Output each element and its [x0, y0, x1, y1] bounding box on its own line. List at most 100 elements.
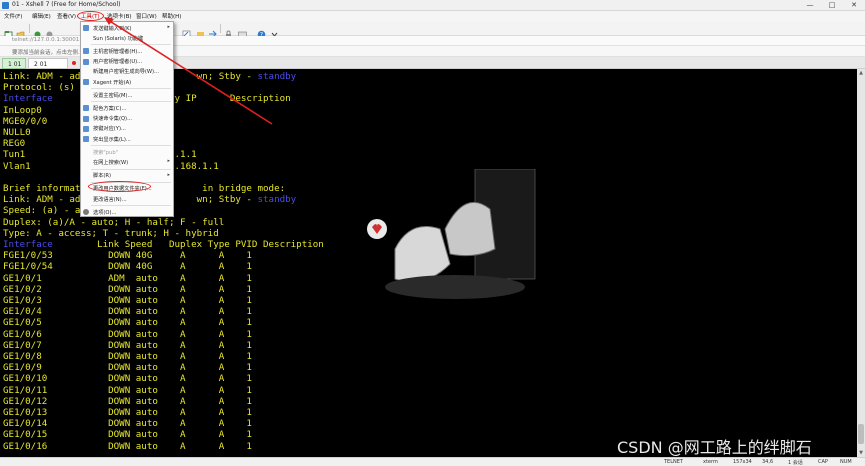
- maximize-button[interactable]: □: [821, 0, 843, 11]
- dropdown-menu-item[interactable]: 设置主密码(M)...: [81, 90, 173, 100]
- dropdown-menu-item[interactable]: Xagent 开始(A): [81, 77, 173, 87]
- key-icon: [83, 48, 89, 55]
- dropdown-menu-item[interactable]: 主机密钥管理者(H)...: [81, 46, 173, 56]
- minimize-button[interactable]: —: [799, 0, 821, 11]
- background-art-image: [367, 169, 536, 299]
- title-bar: 01 - Xshell 7 (Free for Home/School) — □…: [0, 0, 865, 11]
- terminal-line: GE1/0/4 DOWN auto A A 1: [3, 306, 252, 317]
- menu-tab[interactable]: 选项卡(B): [107, 12, 132, 20]
- dropdown-menu-label: 选项(O)...: [93, 209, 117, 216]
- transfer-icon[interactable]: [208, 24, 217, 38]
- terminal-line: GE1/0/2 DOWN auto A A 1: [3, 284, 252, 295]
- menu-file[interactable]: 文件(F): [4, 12, 22, 20]
- terminal-line: GE1/0/12 DOWN auto A A 1: [3, 396, 252, 407]
- dropdown-menu-label: 用户密钥管理者(U)...: [93, 59, 143, 66]
- terminal-line: Speed: (a) - a: [3, 205, 80, 216]
- vertical-scrollbar[interactable]: ▲ ▼: [857, 69, 865, 457]
- terminal-text: GE1/0/4 DOWN auto A A 1: [3, 306, 252, 318]
- dropdown-menu-item[interactable]: 用户密钥管理者(U)...: [81, 57, 173, 67]
- sftp-icon[interactable]: [196, 24, 205, 37]
- terminal-text: FGE1/0/53 DOWN 40G A A 1: [3, 250, 252, 262]
- menu-window[interactable]: 窗口(W): [136, 12, 157, 20]
- terminal-text: GE1/0/2 DOWN auto A A 1: [3, 283, 252, 295]
- terminal-text: wn; Stby -: [196, 194, 258, 206]
- terminal-text: Duplex: (a)/A - auto; H - half; F - full: [3, 216, 225, 228]
- dropdown-menu-label: 配色方案(C)...: [93, 105, 127, 112]
- dropdown-menu-item[interactable]: 脚本(R) ▸: [81, 171, 173, 181]
- dropdown-menu-item[interactable]: 按键对应(Y)...: [81, 124, 173, 134]
- palette-icon: [83, 105, 89, 112]
- status-caps: CAP: [818, 459, 828, 465]
- terminal-line: GE1/0/5 DOWN auto A A 1: [3, 317, 252, 328]
- terminal-line: GE1/0/14 DOWN auto A A 1: [3, 418, 252, 429]
- tab-session-2[interactable]: 2 01: [28, 58, 68, 69]
- terminal-text: standby: [257, 71, 297, 82]
- window-title: 01 - Xshell 7 (Free for Home/School): [12, 1, 121, 8]
- terminal-line: GE1/0/7 DOWN auto A A 1: [3, 340, 252, 351]
- dropdown-menu-item: 搜索"pub": [81, 147, 173, 157]
- terminal-line: Type: A - access; T - trunk; H - hybrid: [3, 228, 219, 239]
- open-folder-icon[interactable]: [16, 24, 25, 39]
- menu-view[interactable]: 查看(V): [57, 12, 76, 20]
- tab-session-1[interactable]: 1 01: [2, 58, 26, 69]
- lock-icon[interactable]: [224, 24, 233, 38]
- highlight-icon: [83, 136, 89, 142]
- toolbar-divider: [220, 24, 221, 33]
- dropdown-menu-item[interactable]: 快速命令集(Q)...: [81, 114, 173, 124]
- terminal-text: in bridge mode:: [196, 183, 286, 194]
- terminal-text: Link: ADM - ad: [3, 194, 81, 206]
- terminal-text: standby: [257, 194, 297, 206]
- gear-icon: [83, 209, 89, 216]
- status-terminal-type: xterm: [703, 459, 718, 465]
- app-icon: [2, 2, 9, 9]
- dropdown-menu-label: 新建用户密钥生成向导(W)...: [93, 69, 159, 76]
- terminal-line: GE1/0/15 DOWN auto A A 1: [3, 429, 252, 440]
- status-protocol: TELNET: [664, 459, 683, 465]
- menu-separator: [91, 168, 171, 170]
- terminal-text: Type: A - access; T - trunk; H - hybrid: [3, 227, 219, 239]
- terminal-text: NULL0: [3, 127, 31, 138]
- terminal-text: MGE0/0/0: [3, 115, 48, 127]
- close-button[interactable]: ✕: [843, 0, 865, 11]
- scroll-up-icon[interactable]: ▲: [858, 70, 864, 76]
- dropdown-menu-label: 设置主密码(M)...: [93, 92, 133, 99]
- terminal-text: Vlan1: [3, 160, 31, 172]
- connect-icon[interactable]: [33, 24, 42, 38]
- toolbar-divider: [29, 24, 30, 33]
- terminal-line: FGE1/0/53 DOWN 40G A A 1: [3, 250, 252, 261]
- dropdown-menu-item[interactable]: 新建用户密钥生成向导(W)...: [81, 67, 173, 77]
- scroll-thumb[interactable]: [858, 424, 864, 444]
- dropdown-menu-item[interactable]: 配色方案(C)...: [81, 103, 173, 113]
- menu-separator: [91, 205, 171, 207]
- chevron-down-icon[interactable]: [270, 24, 279, 37]
- chevron-right-icon: ▸: [167, 158, 170, 165]
- disconnect-icon[interactable]: [45, 24, 54, 38]
- new-session-icon[interactable]: [4, 24, 13, 39]
- menu-help[interactable]: 帮助(H): [162, 12, 181, 20]
- agent-icon: [83, 79, 89, 85]
- scroll-down-icon[interactable]: ▼: [858, 450, 864, 456]
- terminal-line: Duplex: (a)/A - auto; H - half; F - full: [3, 217, 224, 228]
- menu-separator: [91, 145, 171, 147]
- terminal-line: GE1/0/11 DOWN auto A A 1: [3, 385, 252, 396]
- dropdown-menu-label: 按键对应(Y)...: [93, 126, 126, 133]
- compose-icon[interactable]: [182, 24, 191, 39]
- dropdown-menu-item[interactable]: 选项(O)...: [81, 207, 173, 217]
- terminal-text: GE1/0/10 DOWN auto A A 1: [3, 373, 252, 385]
- dropdown-menu-item[interactable]: Sun (Solaris) 功能键: [81, 33, 173, 43]
- keyboard-icon[interactable]: [238, 24, 247, 38]
- menu-edit[interactable]: 编辑(E): [32, 12, 51, 20]
- dropdown-menu-item[interactable]: 在网上搜索(W) ▸: [81, 157, 173, 167]
- terminal-line: GE1/0/9 DOWN auto A A 1: [3, 362, 252, 373]
- help-icon[interactable]: ?: [257, 24, 266, 39]
- terminal-line: Protocol: (s): [3, 82, 75, 93]
- dropdown-menu-label: 发送键输入到(K): [93, 25, 132, 32]
- terminal-text: Tun1: [3, 149, 26, 161]
- dropdown-menu-item[interactable]: 突出显示集(L)...: [81, 134, 173, 144]
- dropdown-menu-label: 脚本(R): [93, 173, 112, 180]
- dropdown-menu-label: 快速命令集(Q)...: [93, 116, 133, 123]
- dropdown-menu-item[interactable]: 更改语言(N)...: [81, 194, 173, 204]
- terminal-text: Interface: [3, 93, 53, 105]
- dropdown-menu-item[interactable]: 发送键输入到(K) ▸: [81, 23, 173, 33]
- terminal-text: GE1/0/14 DOWN auto A A 1: [3, 418, 252, 430]
